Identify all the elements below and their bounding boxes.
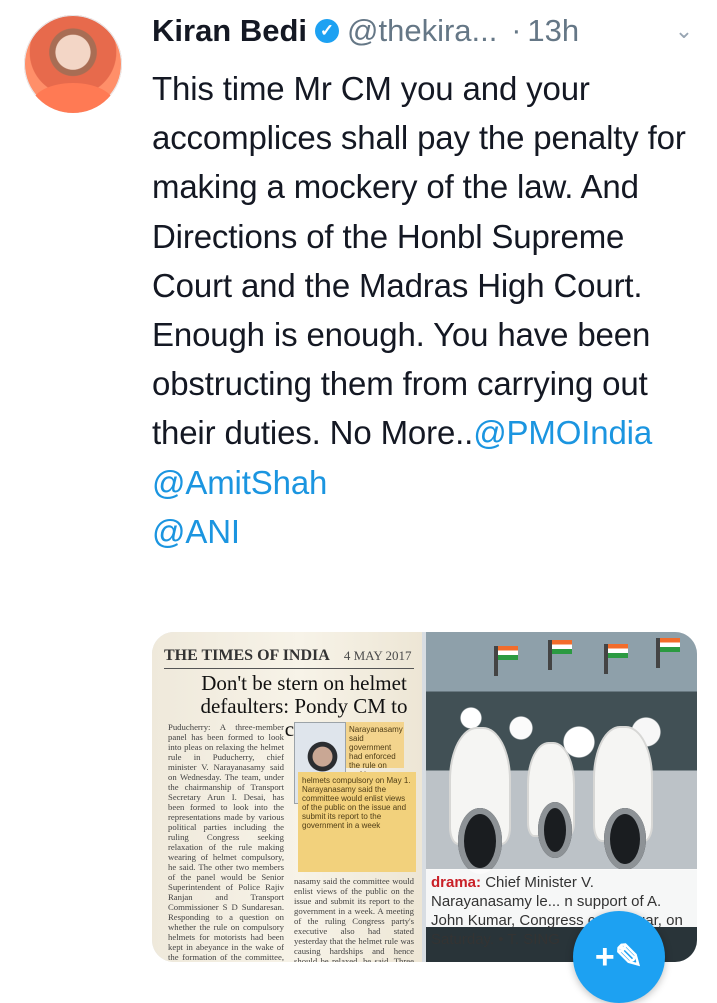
flag-icon bbox=[656, 638, 680, 668]
rally-photo-caption: drama: Chief Minister V. Narayanasamy le… bbox=[426, 869, 697, 948]
timestamp[interactable]: 13h bbox=[527, 13, 579, 49]
newspaper-masthead: THE TIMES OF INDIA bbox=[164, 646, 330, 664]
flag-icon bbox=[494, 646, 518, 676]
motorcycle-wheel-icon bbox=[538, 802, 572, 858]
rally-caption-label: drama: bbox=[431, 874, 482, 891]
newspaper-column-right: nasamy said the committee would enlist v… bbox=[294, 876, 414, 962]
tweet-body-text: This time Mr CM you and your accomplices… bbox=[152, 70, 695, 452]
mention-ani[interactable]: @ANI bbox=[152, 513, 240, 550]
compose-icon[interactable]: +✎ bbox=[573, 911, 665, 1003]
newspaper-highlight: helmets compulsory on May 1. Narayanasam… bbox=[298, 772, 416, 872]
newspaper-date: 4 MAY 2017 bbox=[343, 647, 412, 663]
rally-caption-credit: • T. SING bbox=[498, 931, 560, 948]
newspaper-header: THE TIMES OF INDIA 4 MAY 2017 bbox=[164, 645, 418, 666]
chevron-down-icon[interactable]: ⌄ bbox=[666, 13, 702, 49]
newspaper-divider bbox=[164, 668, 414, 669]
flag-icon bbox=[604, 644, 628, 674]
time-separator: · bbox=[511, 14, 522, 47]
motorcycle-wheel-icon bbox=[604, 808, 646, 870]
newspaper-photo-caption: Narayanasamy said government had enforce… bbox=[346, 722, 404, 788]
verified-badge-icon: ✓ bbox=[315, 19, 340, 43]
newspaper-image[interactable]: THE TIMES OF INDIA 4 MAY 2017 Don't be s… bbox=[152, 632, 422, 962]
mention-amitshah[interactable]: @AmitShah bbox=[152, 464, 327, 501]
mention-pmoindia[interactable]: @PMOIndia bbox=[473, 414, 652, 451]
newspaper-column-left: Puducherry: A three-member panel has bee… bbox=[168, 722, 284, 962]
rally-photo[interactable]: drama: Chief Minister V. Narayanasamy le… bbox=[426, 632, 697, 962]
flag-icon bbox=[548, 640, 572, 670]
author-name[interactable]: Kiran Bedi bbox=[152, 13, 307, 49]
author-handle[interactable]: @thekira... bbox=[347, 13, 497, 49]
profile-avatar[interactable] bbox=[24, 15, 122, 113]
tweet-text: This time Mr CM you and your accomplices… bbox=[152, 64, 700, 556]
motorcycle-wheel-icon bbox=[458, 808, 502, 874]
tweet-header: Kiran Bedi ✓ @thekira... · 13h ⌄ bbox=[152, 8, 702, 54]
compose-glyph: +✎ bbox=[594, 938, 644, 976]
